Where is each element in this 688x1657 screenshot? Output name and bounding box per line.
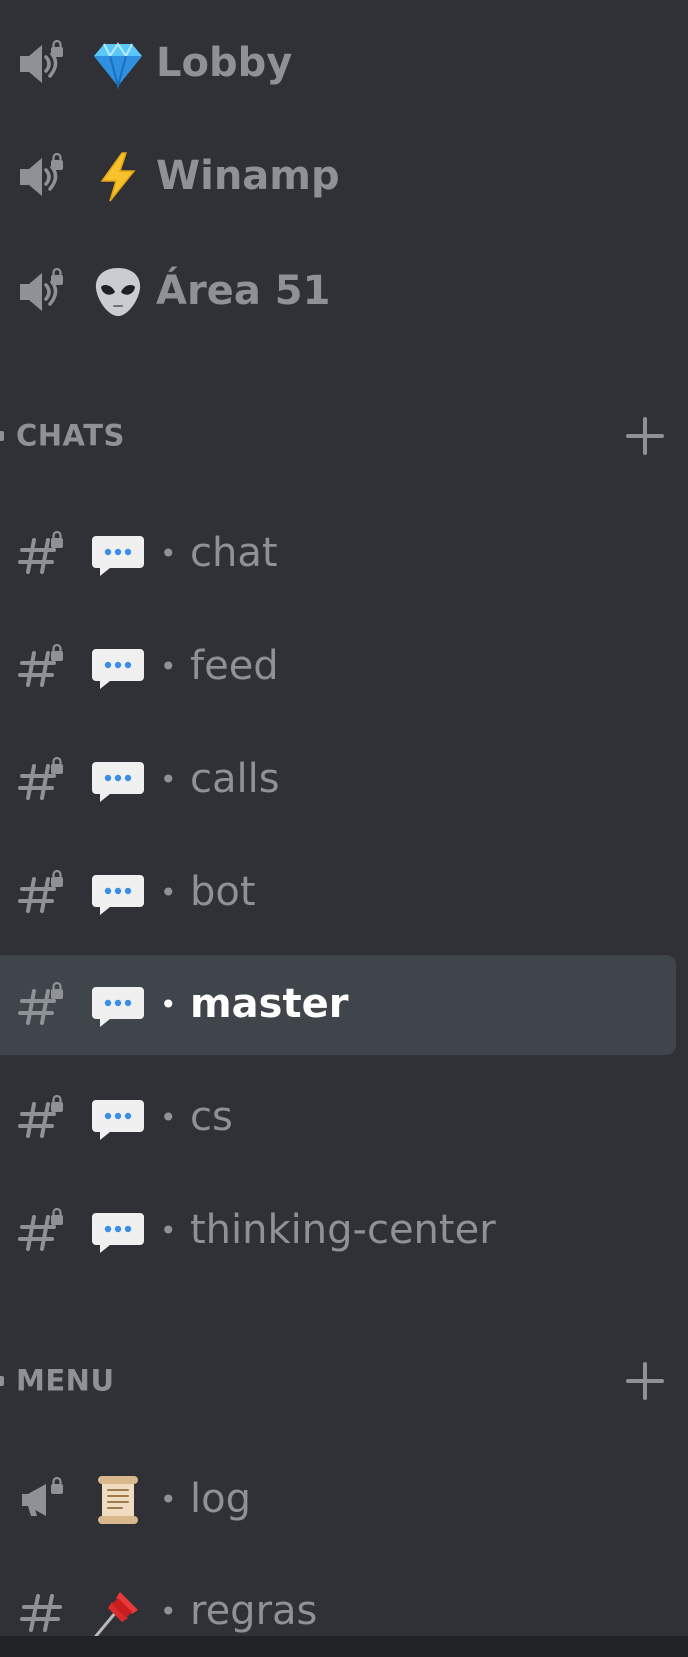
channel-name: cs — [190, 1094, 233, 1141]
text-channel-thinking-center[interactable]: • thinking-center — [0, 1181, 676, 1281]
plus-icon — [624, 415, 666, 457]
text-channel-bot[interactable]: • bot — [0, 843, 676, 943]
speech-balloon-emoji — [90, 752, 146, 808]
speech-balloon-emoji — [90, 639, 146, 695]
locked-voice-channel-icon — [16, 266, 68, 318]
channel-name: feed — [190, 643, 279, 690]
text-channel-icon — [16, 1586, 68, 1636]
bottom-bar — [0, 1636, 688, 1657]
channel-name: log — [190, 1476, 251, 1523]
separator: • — [160, 876, 177, 909]
locked-text-channel-icon — [16, 641, 68, 693]
collapse-indicator — [0, 1376, 4, 1386]
channel-name: regras — [190, 1588, 318, 1635]
voice-channel-lobby[interactable]: Lobby — [0, 14, 676, 114]
text-channel-chat[interactable]: • chat — [0, 504, 676, 604]
voice-channel-winamp[interactable]: Winamp — [0, 127, 676, 227]
separator: • — [160, 1101, 177, 1134]
separator: • — [160, 988, 177, 1021]
channel-name: Lobby — [156, 40, 293, 87]
separator: • — [160, 650, 177, 683]
category-chats[interactable]: CHATS — [0, 406, 688, 466]
category-menu[interactable]: MENU — [0, 1351, 688, 1411]
announcement-channel-log[interactable]: • log — [0, 1450, 676, 1550]
channel-list: Lobby Winamp Área 51 CHATS • chat • feed… — [0, 0, 688, 1636]
collapse-indicator — [0, 431, 4, 441]
separator: • — [160, 1595, 177, 1628]
text-channel-cs[interactable]: • cs — [0, 1068, 676, 1168]
locked-text-channel-icon — [16, 1092, 68, 1144]
gem-stone-emoji — [90, 36, 146, 92]
channel-name: master — [190, 981, 349, 1028]
channel-name: Área 51 — [156, 268, 331, 315]
locked-text-channel-icon — [16, 528, 68, 580]
text-channel-feed[interactable]: • feed — [0, 617, 676, 717]
speech-balloon-emoji — [90, 977, 146, 1033]
separator: • — [160, 537, 177, 570]
voice-channel-area-51[interactable]: Área 51 — [0, 242, 676, 342]
add-channel-button[interactable] — [624, 1360, 666, 1402]
channel-name: chat — [190, 530, 278, 577]
locked-text-channel-icon — [16, 979, 68, 1031]
locked-voice-channel-icon — [16, 151, 68, 203]
speech-balloon-emoji — [90, 865, 146, 921]
speech-balloon-emoji — [90, 1203, 146, 1259]
locked-voice-channel-icon — [16, 38, 68, 90]
separator: • — [160, 1214, 177, 1247]
category-label: MENU — [16, 1363, 115, 1398]
category-label: CHATS — [16, 418, 125, 453]
plus-icon — [624, 1360, 666, 1402]
alien-emoji — [90, 264, 146, 320]
separator: • — [160, 1483, 177, 1516]
channel-name: bot — [190, 869, 256, 916]
text-channel-regras[interactable]: • regras — [0, 1562, 676, 1636]
channel-name: thinking-center — [190, 1207, 496, 1254]
locked-text-channel-icon — [16, 754, 68, 806]
text-channel-calls[interactable]: • calls — [0, 730, 676, 830]
locked-text-channel-icon — [16, 867, 68, 919]
speech-balloon-emoji — [90, 1090, 146, 1146]
high-voltage-emoji — [90, 149, 146, 205]
speech-balloon-emoji — [90, 526, 146, 582]
separator: • — [160, 763, 177, 796]
pushpin-emoji — [90, 1584, 146, 1636]
text-channel-master-selected[interactable]: • master — [0, 955, 676, 1055]
locked-announcement-icon — [16, 1474, 68, 1526]
add-channel-button[interactable] — [624, 415, 666, 457]
channel-name: Winamp — [156, 153, 340, 200]
channel-name: calls — [190, 756, 280, 803]
locked-text-channel-icon — [16, 1205, 68, 1257]
scroll-emoji — [90, 1472, 146, 1528]
